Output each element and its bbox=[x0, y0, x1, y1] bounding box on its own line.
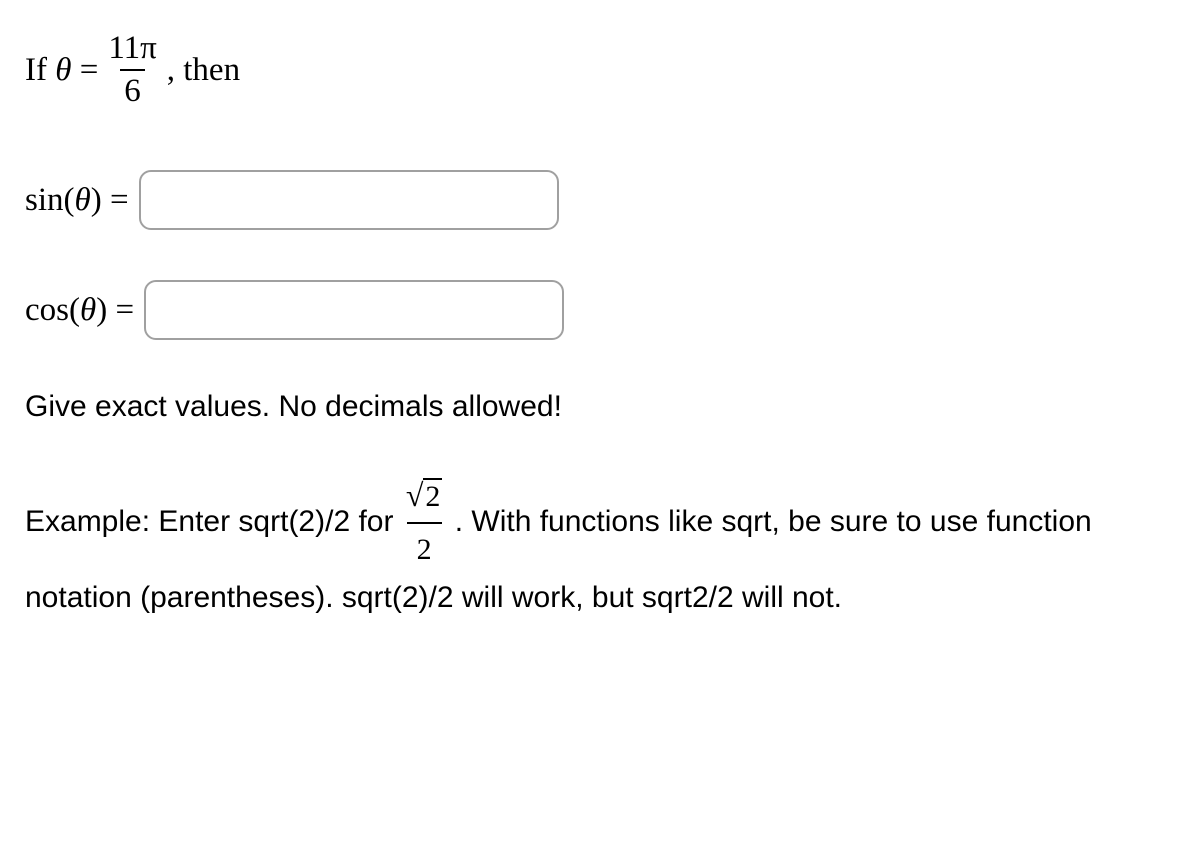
fraction-denominator: 6 bbox=[120, 69, 145, 110]
fraction-numerator: 11π bbox=[104, 30, 160, 69]
sin-equals: = bbox=[102, 182, 129, 218]
sin-label: sin(θ) = bbox=[25, 182, 129, 219]
example-fraction: √ 2 2 bbox=[406, 472, 443, 574]
radical-icon: √ bbox=[406, 479, 424, 511]
sin-row: sin(θ) = bbox=[25, 170, 1175, 230]
example-text: Example: Enter sqrt(2)/2 for √ 2 2 . Wit… bbox=[25, 472, 1175, 622]
equals-sign: = bbox=[71, 52, 98, 88]
cos-input[interactable] bbox=[144, 280, 564, 340]
cos-arg: (θ) bbox=[69, 292, 107, 328]
example-frac-den: 2 bbox=[407, 522, 442, 574]
theta-fraction: 11π 6 bbox=[104, 30, 160, 110]
cos-equals: = bbox=[107, 292, 134, 328]
sin-arg: (θ) bbox=[64, 182, 102, 218]
sin-func: sin bbox=[25, 182, 64, 218]
cos-row: cos(θ) = bbox=[25, 280, 1175, 340]
cos-func: cos bbox=[25, 292, 69, 328]
sqrt-expression: √ 2 bbox=[406, 478, 443, 513]
question-statement: If θ = 11π 6 , then bbox=[25, 30, 1175, 110]
instruction-text: Give exact values. No decimals allowed! bbox=[25, 390, 1175, 424]
example-prefix: Example: Enter sqrt(2)/2 for bbox=[25, 505, 402, 538]
sqrt-value: 2 bbox=[423, 478, 442, 513]
question-prefix: If bbox=[25, 52, 55, 88]
theta-symbol: θ bbox=[55, 52, 71, 88]
sin-input[interactable] bbox=[139, 170, 559, 230]
cos-label: cos(θ) = bbox=[25, 292, 134, 329]
question-suffix: , then bbox=[167, 52, 240, 89]
